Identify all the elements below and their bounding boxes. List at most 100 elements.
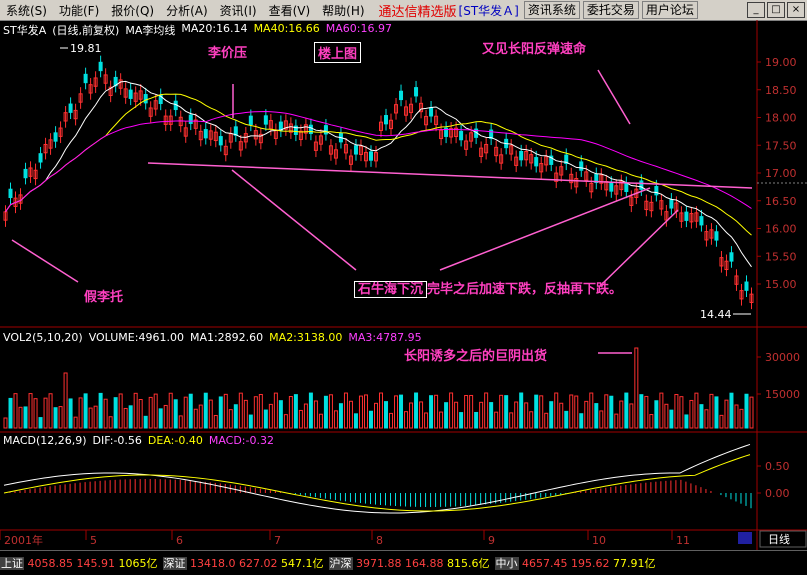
volume-bar xyxy=(223,393,228,429)
volume-bar xyxy=(138,399,143,429)
index-value: 4058.85 xyxy=(27,557,74,570)
volume-bar xyxy=(439,411,444,429)
forum-button[interactable]: 用户论坛 xyxy=(641,1,698,19)
volume-bar xyxy=(629,403,634,429)
volume-bar xyxy=(313,400,318,429)
menu-system[interactable]: 系统(S) xyxy=(0,2,53,19)
index-name: 深证 xyxy=(162,557,187,570)
volume-bar xyxy=(108,416,113,429)
date-tick-label: 7 xyxy=(274,534,281,547)
volume-bar xyxy=(699,404,704,429)
volume-bar xyxy=(3,417,8,429)
volume-bar xyxy=(233,404,238,429)
volume-bar xyxy=(278,400,283,429)
annotation-chang-yang: 长阳诱多之后的巨阴出货 xyxy=(404,349,548,364)
candle xyxy=(368,151,373,161)
volume-bar xyxy=(318,413,323,429)
volume-bar xyxy=(88,407,93,429)
price-tick-label: 18.00 xyxy=(765,112,797,125)
candle xyxy=(128,89,133,99)
volume-bar xyxy=(434,394,439,429)
volume-bar xyxy=(389,412,394,429)
volume-bar xyxy=(73,416,78,429)
volume-bar xyxy=(669,409,674,429)
candle xyxy=(624,182,629,192)
candle xyxy=(68,103,73,113)
trade-button[interactable]: 委托交易 xyxy=(582,1,639,19)
candle xyxy=(654,186,659,196)
menu-info[interactable]: 资讯(I) xyxy=(214,2,263,19)
minimize-button[interactable]: _ xyxy=(747,2,765,18)
status-shanghai[interactable]: 上证 4058.85 145.91 1065亿 xyxy=(0,555,158,571)
candle xyxy=(399,90,404,101)
candle xyxy=(669,199,674,209)
volume-bar xyxy=(624,392,629,429)
volume-bar xyxy=(163,404,168,429)
volume-bar xyxy=(384,401,389,429)
price-tick-label: 19.00 xyxy=(765,56,797,69)
volume-bar xyxy=(684,414,689,429)
candle xyxy=(143,94,148,104)
volume-bar xyxy=(454,401,459,429)
candle xyxy=(53,132,58,142)
volume-bar xyxy=(489,402,494,429)
volume-bar xyxy=(664,403,669,429)
volume-bar xyxy=(609,395,614,429)
volume-bar xyxy=(268,403,273,429)
volume-bar xyxy=(504,395,509,429)
menu-quote[interactable]: 报价(Q) xyxy=(105,2,160,19)
menu-function[interactable]: 功能(F) xyxy=(53,2,105,19)
index-change: 195.62 xyxy=(571,557,610,570)
volume-bar xyxy=(48,393,53,429)
volume-bar xyxy=(53,407,58,429)
volume-bar xyxy=(103,398,108,429)
volume-bar xyxy=(168,392,173,429)
price-tick-label: 15.00 xyxy=(765,278,797,291)
candle xyxy=(459,130,464,141)
volume-bar xyxy=(23,406,28,429)
index-value: 13418.0 xyxy=(190,557,236,570)
index-amount: 815.6亿 xyxy=(447,557,490,570)
volume-bar xyxy=(709,393,714,429)
date-tick-label: 5 xyxy=(90,534,97,547)
index-change: 145.91 xyxy=(76,557,116,570)
volume-bar xyxy=(719,414,724,429)
candle xyxy=(308,124,313,135)
status-hushen[interactable]: 沪深 3971.88 164.88 815.6亿 xyxy=(328,555,490,571)
volume-bar xyxy=(514,401,519,429)
close-button[interactable]: × xyxy=(787,2,805,18)
index-amount: 1065亿 xyxy=(118,557,158,570)
volume-bar xyxy=(208,399,213,429)
volume-bar xyxy=(288,396,293,429)
volume-bar xyxy=(604,394,609,429)
shi-niu-arrow-right xyxy=(599,209,679,287)
volume-bar xyxy=(469,394,474,429)
volume-bar xyxy=(619,400,624,429)
annotation-li-price: 李价压 xyxy=(208,46,248,61)
moving-average-line xyxy=(5,80,752,268)
volume-bar xyxy=(539,395,544,429)
candle xyxy=(729,252,734,262)
candle xyxy=(534,157,539,167)
volume-bar xyxy=(404,411,409,429)
menu-view[interactable]: 查看(V) xyxy=(263,2,317,19)
status-shenzhen[interactable]: 深证 13418.0 627.02 547.1亿 xyxy=(162,555,324,571)
volume-bar xyxy=(464,395,469,429)
menu-analysis[interactable]: 分析(A) xyxy=(160,2,214,19)
menu-help[interactable]: 帮助(H) xyxy=(316,2,370,19)
volume-bar xyxy=(363,394,368,429)
info-system-button[interactable]: 资讯系统 xyxy=(523,1,580,19)
volume-bar xyxy=(43,397,48,429)
volume-bar xyxy=(729,392,734,429)
scroll-thumb xyxy=(738,532,752,544)
annotation-shi-niu-box: 石牛海下沉 xyxy=(354,281,428,298)
date-tick-label: 10 xyxy=(592,534,606,547)
price-tick-label: 15.50 xyxy=(765,250,797,263)
status-zhongxiao[interactable]: 中小 4657.45 195.62 77.91亿 xyxy=(494,555,656,571)
candle xyxy=(353,145,358,155)
maximize-button[interactable]: □ xyxy=(767,2,785,18)
volume-bar xyxy=(368,410,373,429)
volume-bar xyxy=(649,414,654,429)
volume-bar xyxy=(293,394,298,429)
volume-bar xyxy=(338,403,343,429)
